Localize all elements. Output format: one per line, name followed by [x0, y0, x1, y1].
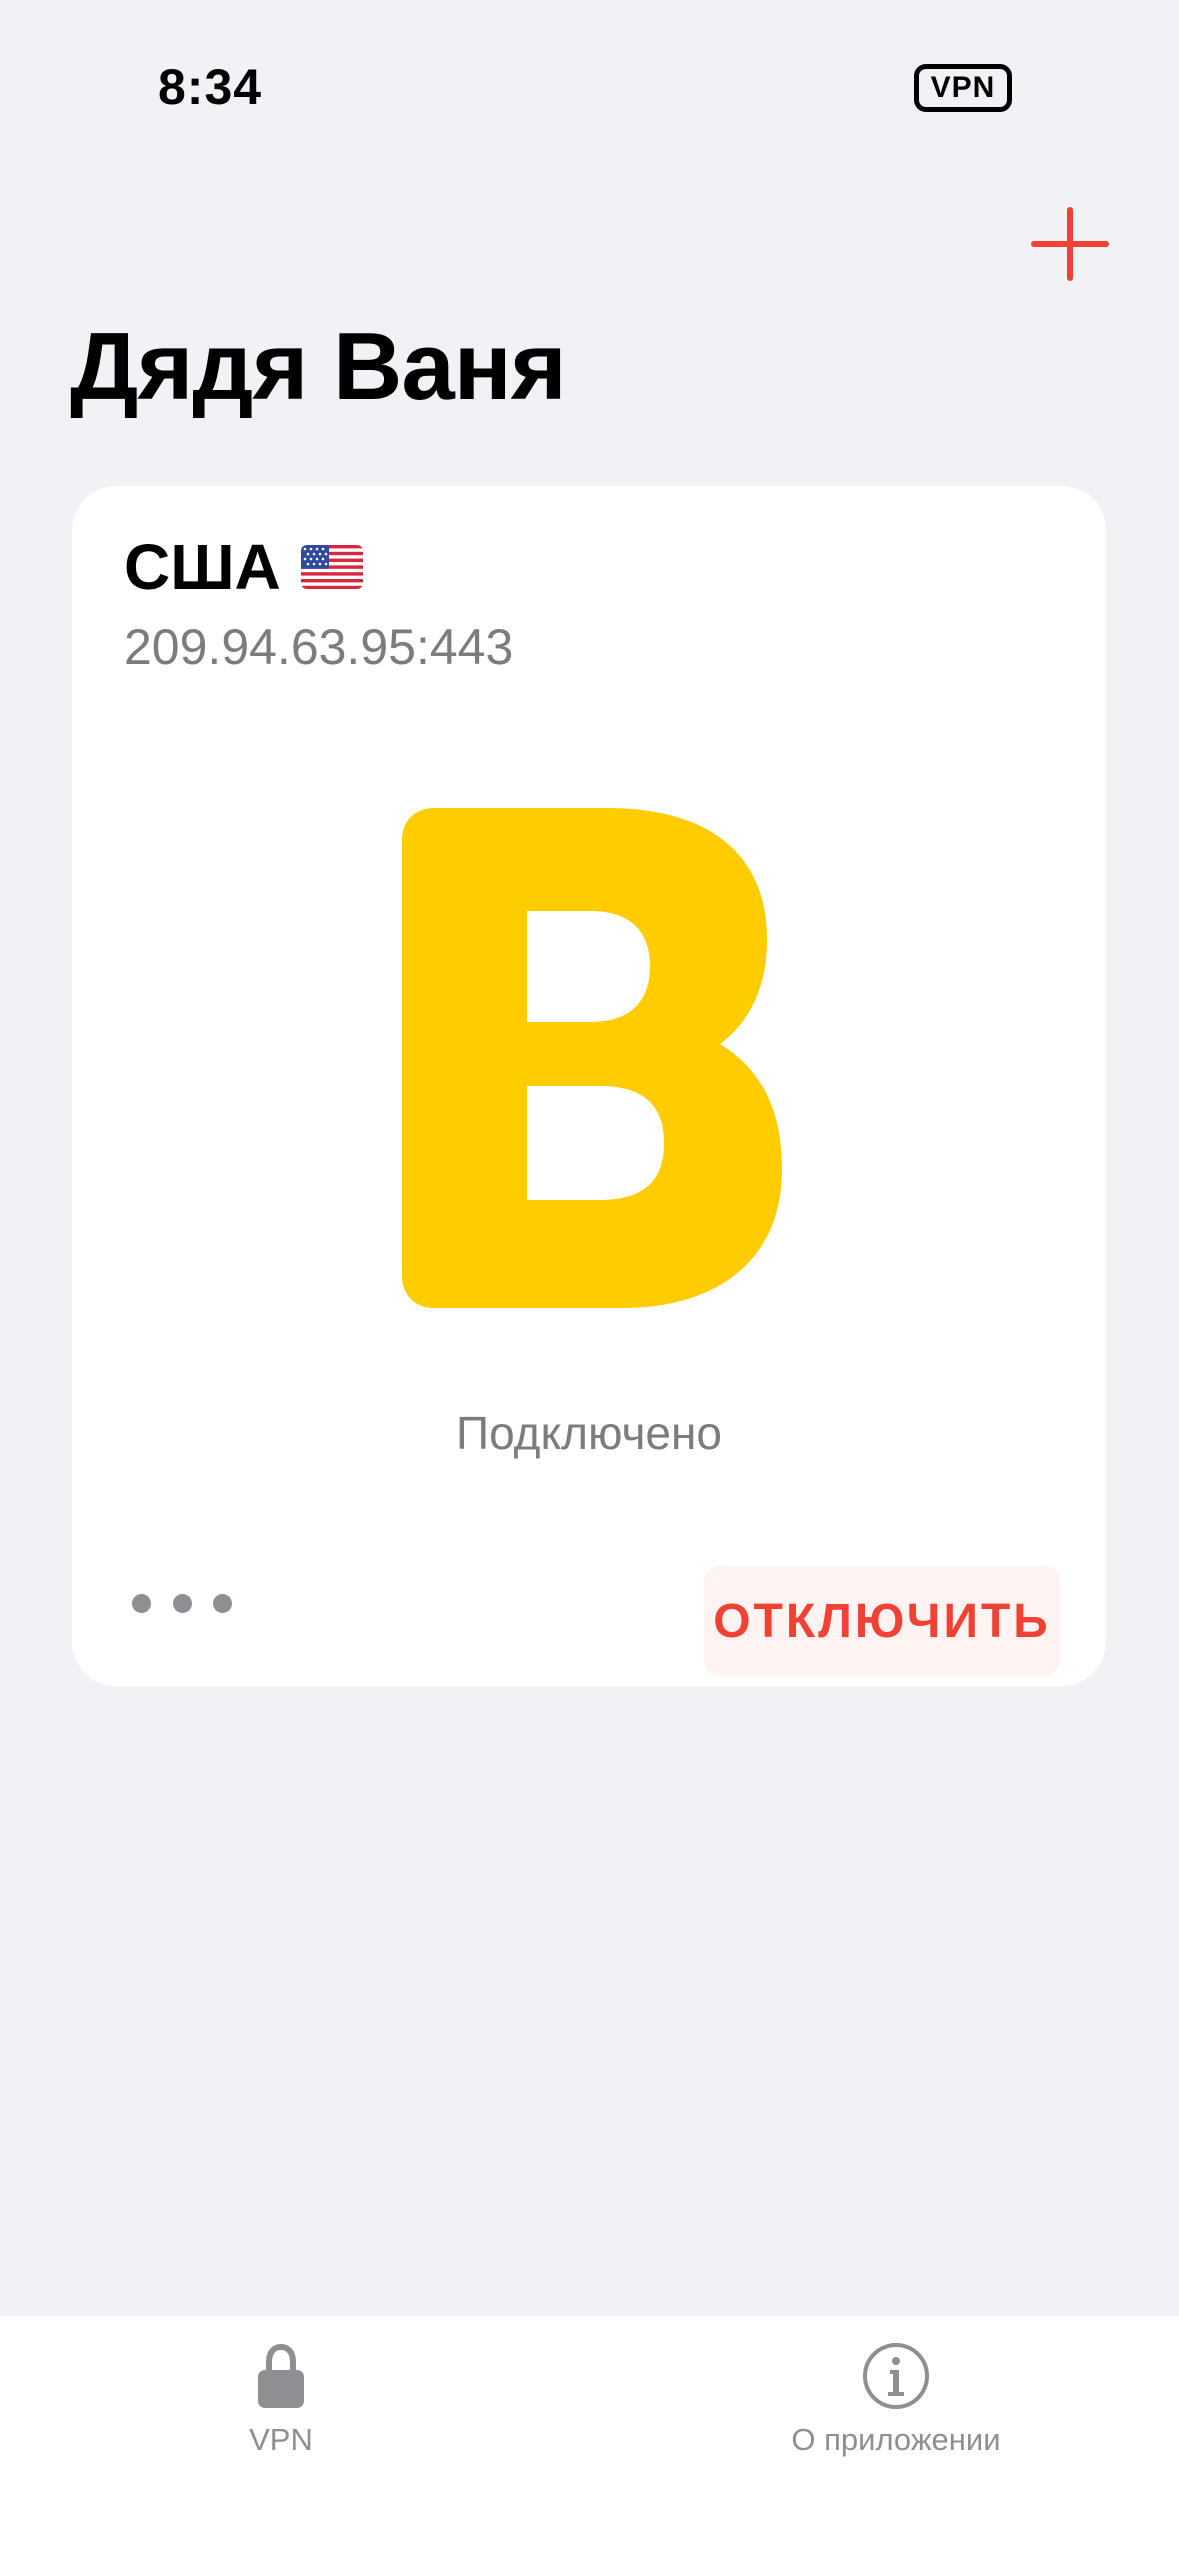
plus-icon — [1031, 207, 1109, 281]
us-flag-icon — [300, 545, 363, 589]
lock-icon — [258, 2343, 304, 2408]
tab-about-label: О приложении — [791, 2422, 1001, 2457]
more-options-button[interactable] — [132, 1588, 232, 1618]
vpn-status-badge: VPN — [914, 64, 1012, 112]
ellipsis-icon — [132, 1593, 151, 1613]
screen: 8:34 VPN Дядя Ваня США 209.94.63.95:443 … — [0, 0, 1179, 2556]
tab-vpn-label: VPN — [249, 2422, 313, 2457]
disconnect-button[interactable]: ОТКЛЮЧИТЬ — [704, 1566, 1060, 1676]
status-bar-time: 8:34 — [158, 59, 263, 115]
server-card-title: США — [124, 530, 363, 604]
info-icon — [863, 2343, 929, 2409]
tab-about[interactable]: О приложении — [716, 2340, 1076, 2470]
connection-status: Подключено — [456, 1407, 722, 1459]
page-title: Дядя Ваня — [70, 313, 567, 420]
add-button[interactable] — [1030, 204, 1110, 284]
server-country-name: США — [124, 531, 281, 603]
tab-bar: VPN О приложении — [0, 2316, 1179, 2556]
yellow-letter-b-logo[interactable] — [402, 808, 852, 1308]
server-card: США 209.94.63.95:443 Подключено ОТКЛЮЧИТ… — [72, 486, 1106, 1686]
tab-vpn[interactable]: VPN — [101, 2340, 461, 2470]
server-address: 209.94.63.95:443 — [124, 619, 514, 675]
